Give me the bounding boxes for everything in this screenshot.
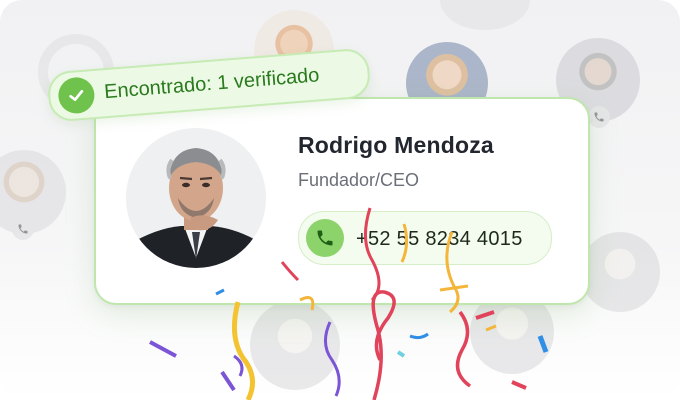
confetti-decoration: [149, 207, 549, 400]
results-stage: Rodrigo Mendoza Fundador/CEO +52 55 8234…: [0, 0, 680, 400]
